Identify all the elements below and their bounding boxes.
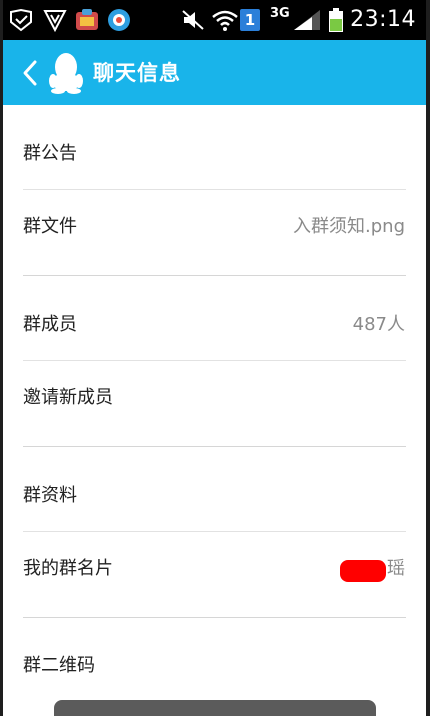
invite-members-row[interactable]: 邀请新成员 xyxy=(3,356,426,440)
battery-icon xyxy=(329,8,343,32)
group-members-row[interactable]: 群成员 487人 xyxy=(3,283,426,367)
browser-app-icon xyxy=(108,9,130,31)
row-label: 群成员 xyxy=(23,314,77,335)
status-bar: 1 3G 23:14 xyxy=(0,0,430,40)
status-time: 23:14 xyxy=(350,7,416,32)
page-title: 聊天信息 xyxy=(93,61,181,85)
qq-penguin-icon xyxy=(49,53,83,94)
redaction-mark xyxy=(340,560,386,582)
group-qr-code-row[interactable]: 群二维码 xyxy=(3,624,426,708)
screen-border-right xyxy=(426,0,430,716)
mute-icon xyxy=(182,10,204,30)
shield-icon xyxy=(43,10,67,32)
wifi-icon xyxy=(212,10,238,31)
row-label: 群公告 xyxy=(23,143,77,164)
wechat-notification-icon xyxy=(10,8,32,32)
group-nickname: 瑶 xyxy=(387,558,405,579)
row-label: 群资料 xyxy=(23,485,77,506)
group-files-row[interactable]: 群文件 入群须知.png xyxy=(3,185,426,269)
row-label: 邀请新成员 xyxy=(23,387,113,408)
back-arrow-icon[interactable] xyxy=(21,59,39,87)
row-label: 群文件 xyxy=(23,216,77,237)
my-group-card-row[interactable]: 我的群名片 瑶 xyxy=(3,527,426,611)
screen-border-left xyxy=(0,0,3,716)
latest-file-name: 入群须知.png xyxy=(293,216,405,237)
group-announcement-row[interactable]: 群公告 xyxy=(3,112,426,196)
signal-icon xyxy=(294,10,320,30)
store-app-icon xyxy=(76,9,98,30)
group-profile-row[interactable]: 群资料 xyxy=(3,454,426,538)
member-count: 487人 xyxy=(352,314,405,335)
section-divider xyxy=(23,275,406,276)
floating-toolbar xyxy=(54,700,376,716)
network-type: 3G xyxy=(270,6,290,21)
title-bar: 聊天信息 xyxy=(3,40,426,105)
notification-badge: 1 xyxy=(240,9,260,31)
row-label: 群二维码 xyxy=(23,655,95,676)
row-label: 我的群名片 xyxy=(23,558,113,579)
section-divider xyxy=(23,446,406,447)
section-divider xyxy=(23,617,406,618)
